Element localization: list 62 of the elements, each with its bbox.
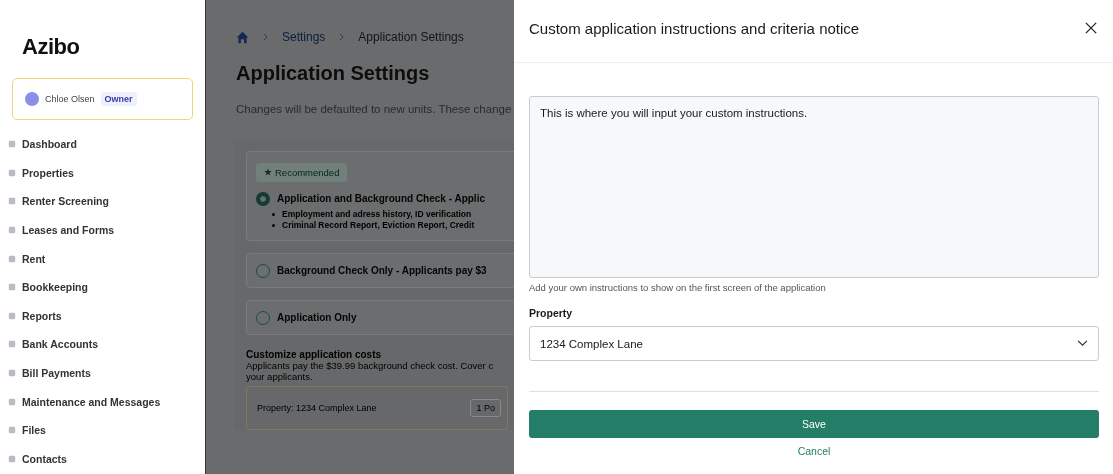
menu-item-icon: [8, 454, 16, 463]
menu-item-icon: [8, 197, 16, 206]
nav-item[interactable]: Maintenance and Messages: [8, 387, 193, 416]
nav-item[interactable]: Files: [8, 415, 193, 445]
menu-item-icon: [8, 397, 16, 406]
nav-item[interactable]: Rent: [8, 244, 193, 273]
chevron-icon: [339, 33, 345, 41]
section-text: your applicants.: [246, 370, 314, 382]
menu-item-icon: [8, 340, 16, 349]
user-card[interactable]: Chloe Olsen Owner: [12, 78, 193, 120]
menu-item-icon: [8, 283, 16, 292]
option-label: Background Check Only - Applicants pay $3: [277, 265, 487, 276]
section-heading: Customize application costs: [246, 348, 383, 360]
instructions-field[interactable]: This is where you will input your custom instructions.: [529, 96, 1099, 278]
nav-item[interactable]: Renter Screening: [8, 187, 193, 216]
option-detail: Employment and adress history, ID verification: [282, 208, 472, 220]
option-label: Application and Background Check - Applic: [277, 193, 485, 204]
page-subtitle: Changes will be defaulted to new units. These change: [236, 103, 513, 115]
avatar-icon: [25, 92, 39, 106]
page-title: Application Settings: [236, 62, 431, 85]
azibo-logo: Azibo: [22, 34, 80, 60]
property-name: Property: 1234 Complex Lane: [257, 402, 377, 413]
radio-button[interactable]: [256, 191, 270, 206]
section-text: Applicants pay the $39.99 background check cost. Cover c: [246, 359, 495, 371]
option-label: Application Only: [277, 312, 357, 323]
bullet-icon: [272, 223, 275, 227]
menu-item-icon: [8, 254, 16, 263]
menu-item-icon: [8, 369, 16, 378]
menu-item-icon: [8, 311, 16, 320]
nav-item[interactable]: Bank Accounts: [8, 330, 193, 359]
option-card[interactable]: Background Check Only - Applicants pay $3: [246, 252, 514, 288]
recommended-badge: Recommended: [256, 162, 348, 182]
portion-select[interactable]: 1 Po: [470, 398, 501, 417]
option-card[interactable]: Application Only: [246, 299, 514, 335]
nav-item[interactable]: Bill Payments: [8, 358, 193, 388]
nav-item[interactable]: Properties: [8, 158, 193, 188]
home-icon[interactable]: [236, 30, 249, 44]
user-name: Chloe Olsen: [45, 94, 95, 104]
menu-item-icon: [8, 140, 16, 149]
option-detail: Criminal Record Report, Eviction Report, Credit: [282, 219, 475, 231]
role-badge: Owner: [100, 92, 137, 106]
menu-item-icon: [8, 426, 16, 435]
nav-item[interactable]: Contacts: [8, 444, 193, 474]
save-button[interactable]: Save: [529, 410, 1099, 438]
property-select[interactable]: 1234 Complex Lane: [529, 326, 1099, 361]
bullet-icon: [272, 212, 275, 216]
breadcrumb-item: Application Settings: [358, 30, 464, 44]
nav-item[interactable]: Dashboard: [8, 130, 193, 159]
field-label: Property: [529, 307, 574, 319]
star-icon: [264, 168, 272, 176]
nav-item[interactable]: Leases and Forms: [8, 215, 193, 245]
field-hint: Add your own instructions to show on the first screen of the application: [529, 282, 827, 293]
drawer-title: Custom application instructions and criteria notice: [529, 19, 860, 37]
menu-item-icon: [8, 168, 16, 177]
menu-item-icon: [8, 226, 16, 235]
chevron-down-icon: [1077, 340, 1088, 347]
cancel-button[interactable]: Cancel: [795, 445, 833, 457]
nav-item[interactable]: Bookkeeping: [8, 272, 193, 302]
option-card[interactable]: Recommended Application and Background Check - Applic Employment and adress history, ID verification Criminal Record Report, Eviction Report, Credit: [246, 151, 514, 241]
chevron-icon: [263, 33, 268, 41]
close-icon[interactable]: [1085, 22, 1097, 34]
nav-item[interactable]: Reports: [8, 301, 193, 331]
